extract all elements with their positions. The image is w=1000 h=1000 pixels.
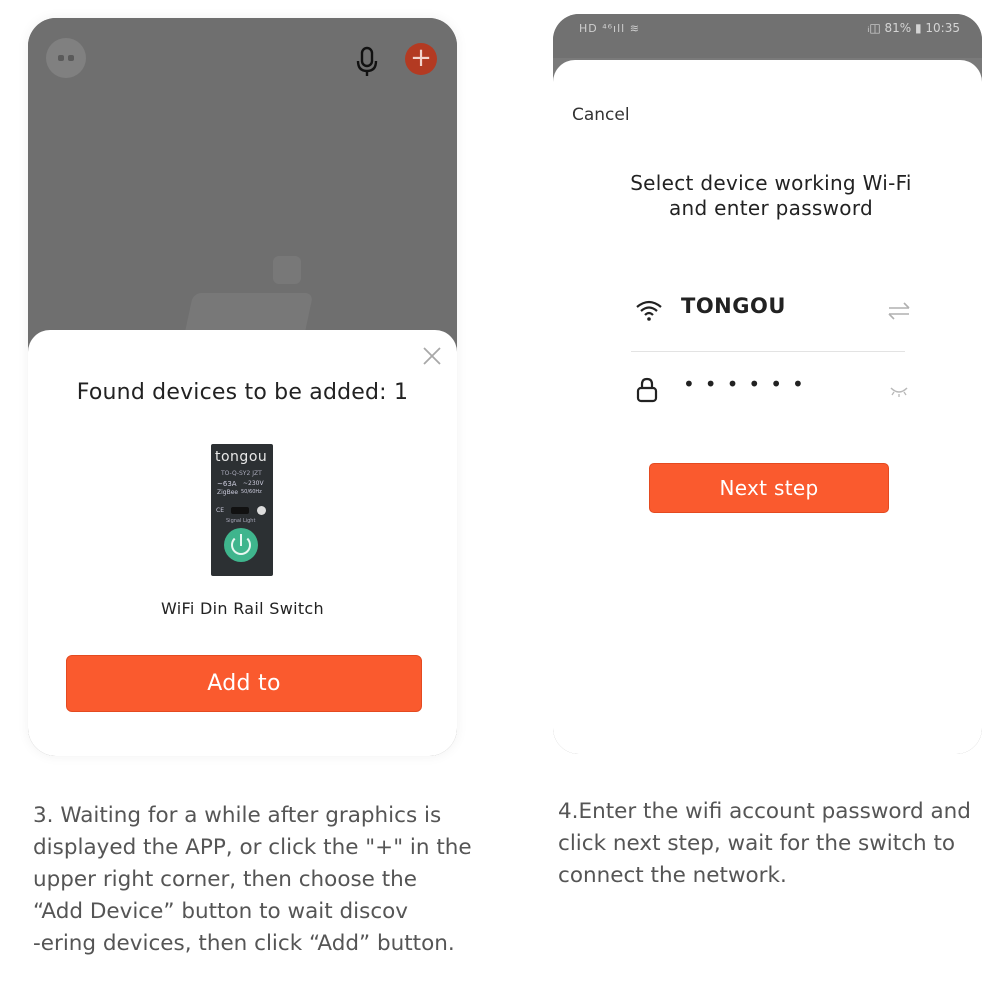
status-right: ᵢ◫ 81% ▮ 10:35 xyxy=(867,21,960,35)
cancel-button[interactable]: Cancel xyxy=(572,105,630,125)
caption-line: -ering devices, then click “Add” button. xyxy=(33,931,455,956)
close-icon[interactable] xyxy=(421,345,443,367)
device-image: tongou TO-Q-SY2 JZT ~63A ~230V ZigBee 50… xyxy=(211,444,273,576)
add-to-button[interactable]: Add to xyxy=(66,655,422,712)
device-frequency: 50/60Hz xyxy=(241,489,262,495)
mic-icon[interactable] xyxy=(356,46,378,78)
sheet-title: Select device working Wi-Fi and enter pa… xyxy=(553,171,982,221)
caption-step-4: 4.Enter the wifi account password and cl… xyxy=(558,796,998,892)
device-name: WiFi Din Rail Switch xyxy=(161,599,324,618)
caption-line: displayed the APP, or click the "+" in t… xyxy=(33,835,472,860)
caption-line: click next step, wait for the switch to xyxy=(558,831,956,856)
caption-line: “Add Device” button to wait discov xyxy=(33,899,409,924)
lock-icon xyxy=(636,377,658,403)
caption-line: 4.Enter the wifi account password and xyxy=(558,799,971,824)
caption-step-3: 3. Waiting for a while after graphics is… xyxy=(33,800,503,960)
robot-icon[interactable] xyxy=(46,38,86,78)
device-signal-label: Signal Light xyxy=(226,518,256,524)
left-phone-screen: + Found devices to be added: 1 tongou TO… xyxy=(28,18,457,756)
caption-line: upper right corner, then choose the xyxy=(33,867,418,892)
device-current: ~63A xyxy=(217,480,237,488)
eye-closed-icon[interactable] xyxy=(889,384,909,398)
title-line: and enter password xyxy=(668,196,874,220)
device-protocol: ZigBee xyxy=(217,489,239,496)
right-phone-screen: HD ⁴⁶ıll ≋ ᵢ◫ 81% ▮ 10:35 Cancel Select … xyxy=(553,14,982,754)
status-left: HD ⁴⁶ıll ≋ xyxy=(579,22,640,35)
power-icon xyxy=(224,528,258,562)
wifi-password-sheet: Cancel Select device working Wi-Fi and e… xyxy=(553,60,982,754)
caption-line: 3. Waiting for a while after graphics is xyxy=(33,803,442,828)
device-indicator xyxy=(257,506,266,515)
password-input[interactable]: •••••• xyxy=(683,372,814,396)
dimmed-illustration-small xyxy=(273,256,301,284)
caption-line: connect the network. xyxy=(558,863,787,888)
status-bar: HD ⁴⁶ıll ≋ ᵢ◫ 81% ▮ 10:35 xyxy=(553,14,982,58)
device-model: TO-Q-SY2 JZT xyxy=(221,470,262,477)
password-row[interactable]: •••••• xyxy=(631,372,911,414)
wifi-name: TONGOU xyxy=(681,294,786,318)
device-brand: tongou xyxy=(215,449,268,465)
switch-network-icon[interactable] xyxy=(887,302,911,320)
next-step-button[interactable]: Next step xyxy=(649,463,889,513)
plus-icon[interactable]: + xyxy=(405,43,437,75)
divider xyxy=(631,351,905,352)
wifi-select-row[interactable]: TONGOU xyxy=(631,290,911,340)
device-voltage: ~230V xyxy=(243,480,264,487)
wifi-icon xyxy=(636,300,662,321)
device-cert: CE xyxy=(216,507,224,514)
title-line: Select device working Wi-Fi xyxy=(630,171,912,195)
device-slider xyxy=(231,507,249,514)
dialog-title: Found devices to be added: 1 xyxy=(76,380,409,405)
